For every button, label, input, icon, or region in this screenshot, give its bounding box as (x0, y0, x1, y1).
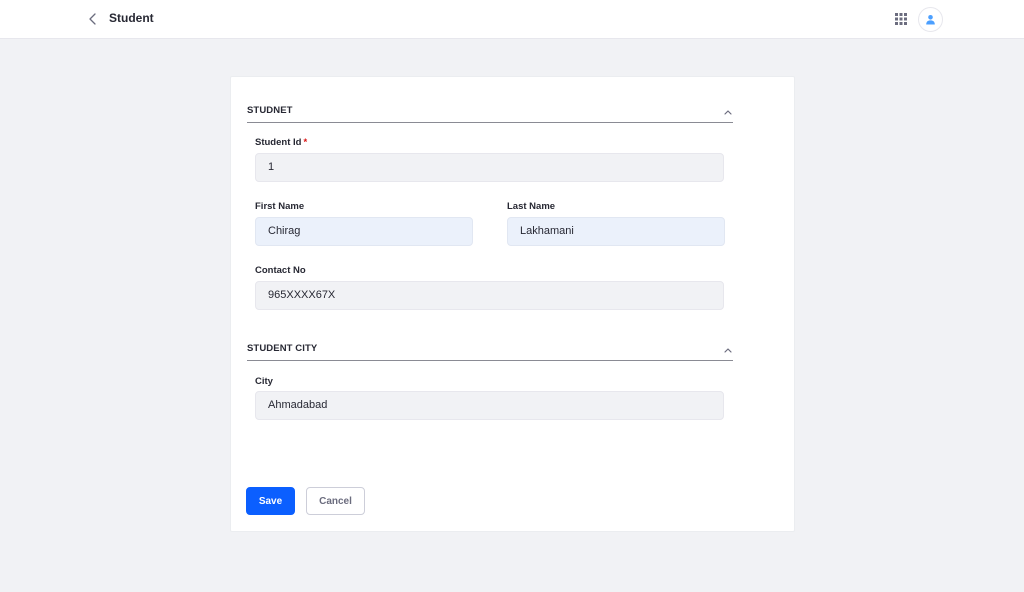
section-header-student[interactable]: STUDNET (247, 105, 733, 123)
last-name-label: Last Name (507, 201, 556, 212)
required-mark: * (303, 137, 308, 148)
chevron-up-icon (724, 348, 732, 353)
student-id-field[interactable]: 1 (255, 153, 724, 182)
section-title: STUDNET (247, 105, 293, 116)
section-title: STUDENT CITY (247, 343, 318, 354)
cancel-button[interactable]: Cancel (306, 487, 365, 515)
last-name-field[interactable]: Lakhamani (507, 217, 725, 246)
apps-grid-icon[interactable] (893, 11, 909, 27)
save-button[interactable]: Save (246, 487, 295, 515)
city-label: City (255, 376, 273, 387)
user-avatar-button[interactable] (918, 7, 943, 32)
top-bar: Student (0, 0, 1024, 39)
chevron-left-icon (89, 13, 96, 25)
form-card: STUDNET Student Id * 1 First Name Chirag … (230, 76, 795, 532)
user-icon (926, 15, 935, 25)
section-header-student-city[interactable]: STUDENT CITY (247, 343, 733, 361)
page-title: Student (109, 11, 154, 25)
student-id-label: Student Id * (255, 137, 308, 148)
first-name-label: First Name (255, 201, 305, 212)
back-button[interactable] (84, 10, 102, 28)
contact-no-label: Contact No (255, 265, 306, 276)
first-name-field[interactable]: Chirag (255, 217, 473, 246)
city-field[interactable]: Ahmadabad (255, 391, 724, 420)
contact-no-field[interactable]: 965XXXX67X (255, 281, 724, 310)
chevron-up-icon (724, 110, 732, 115)
